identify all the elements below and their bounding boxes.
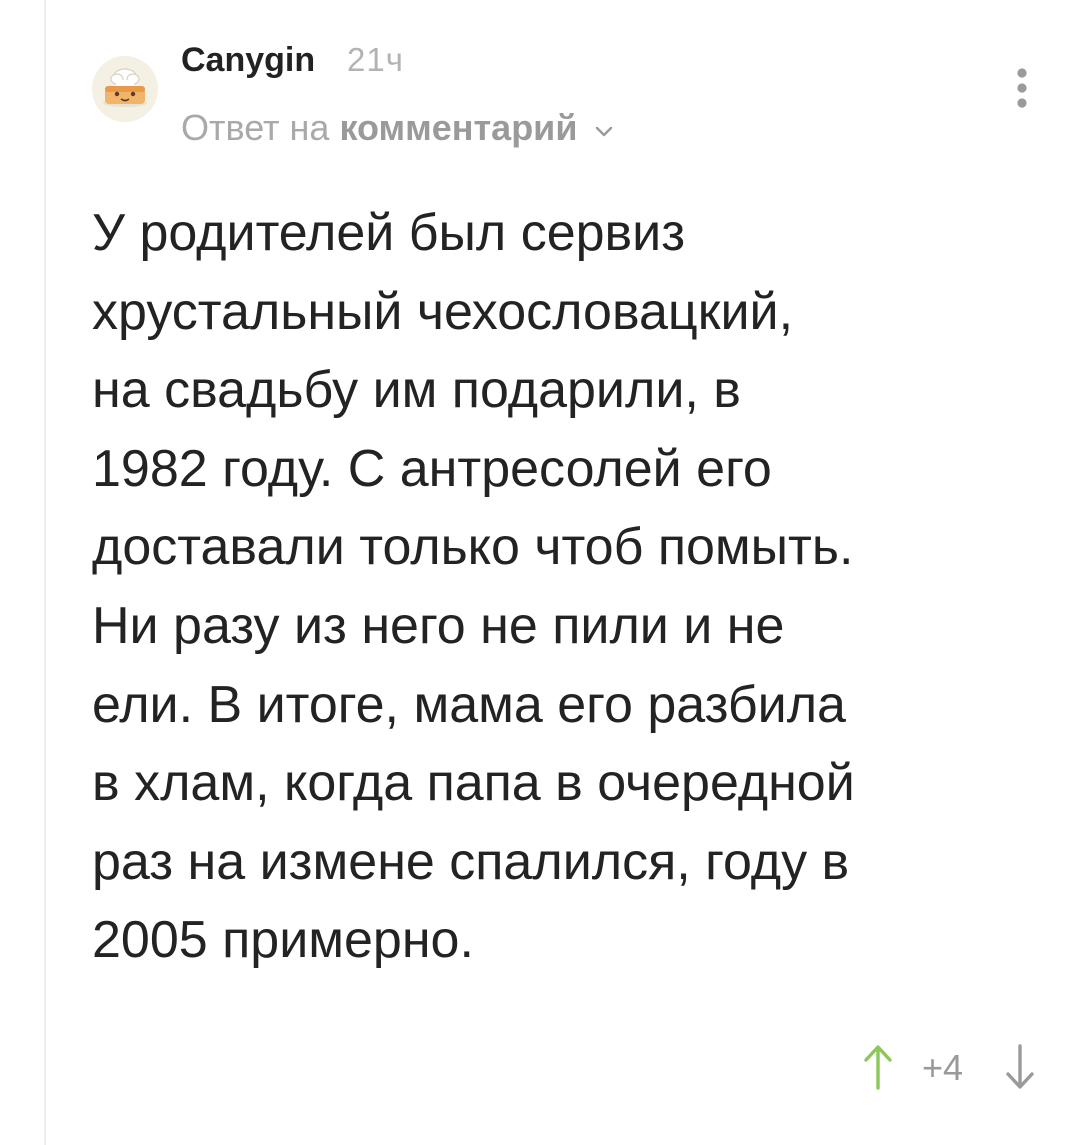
thread-line (44, 0, 46, 1145)
rating-count: +4 (922, 1047, 964, 1088)
comment-body: У родителей был сервиз хрустальный чехос… (92, 194, 1052, 980)
comment-line: в хлам, когда папа в очередной (92, 754, 855, 813)
reply-reference: Ответ на комментарий (181, 104, 615, 152)
comment-line: раз на измене спалился, году в (92, 832, 850, 891)
comment-line: У родителей был сервиз (92, 204, 686, 262)
comment-line: ели. В итоге, мама его разбила (92, 675, 846, 734)
vote-bar: +4 (852, 1040, 1052, 1096)
avatar-illustration (92, 56, 158, 122)
comment-line: доставали только чтоб помыть. (92, 518, 854, 577)
comment-line: на свадьбу им подарили, в (92, 361, 741, 420)
author-avatar[interactable] (92, 56, 158, 122)
reply-prefix: Ответ на (181, 107, 330, 148)
comment-line: 1982 году. С антресолей его (92, 439, 772, 498)
chevron-down-icon[interactable] (593, 103, 615, 151)
arrow-up-icon[interactable] (858, 1042, 898, 1092)
comment-line: Ни разу из него не пили и не (92, 596, 785, 655)
comment-line: хрустальный чехословацкий, (92, 282, 794, 341)
comment-line: 2005 примерно. (92, 911, 474, 970)
parent-comment-link[interactable]: комментарий (339, 107, 577, 148)
comment-time: 21ч (347, 41, 404, 78)
arrow-down-icon[interactable] (1000, 1042, 1040, 1092)
author-name[interactable]: Canygin (181, 36, 315, 84)
more-vertical-icon[interactable] (1006, 66, 1038, 110)
